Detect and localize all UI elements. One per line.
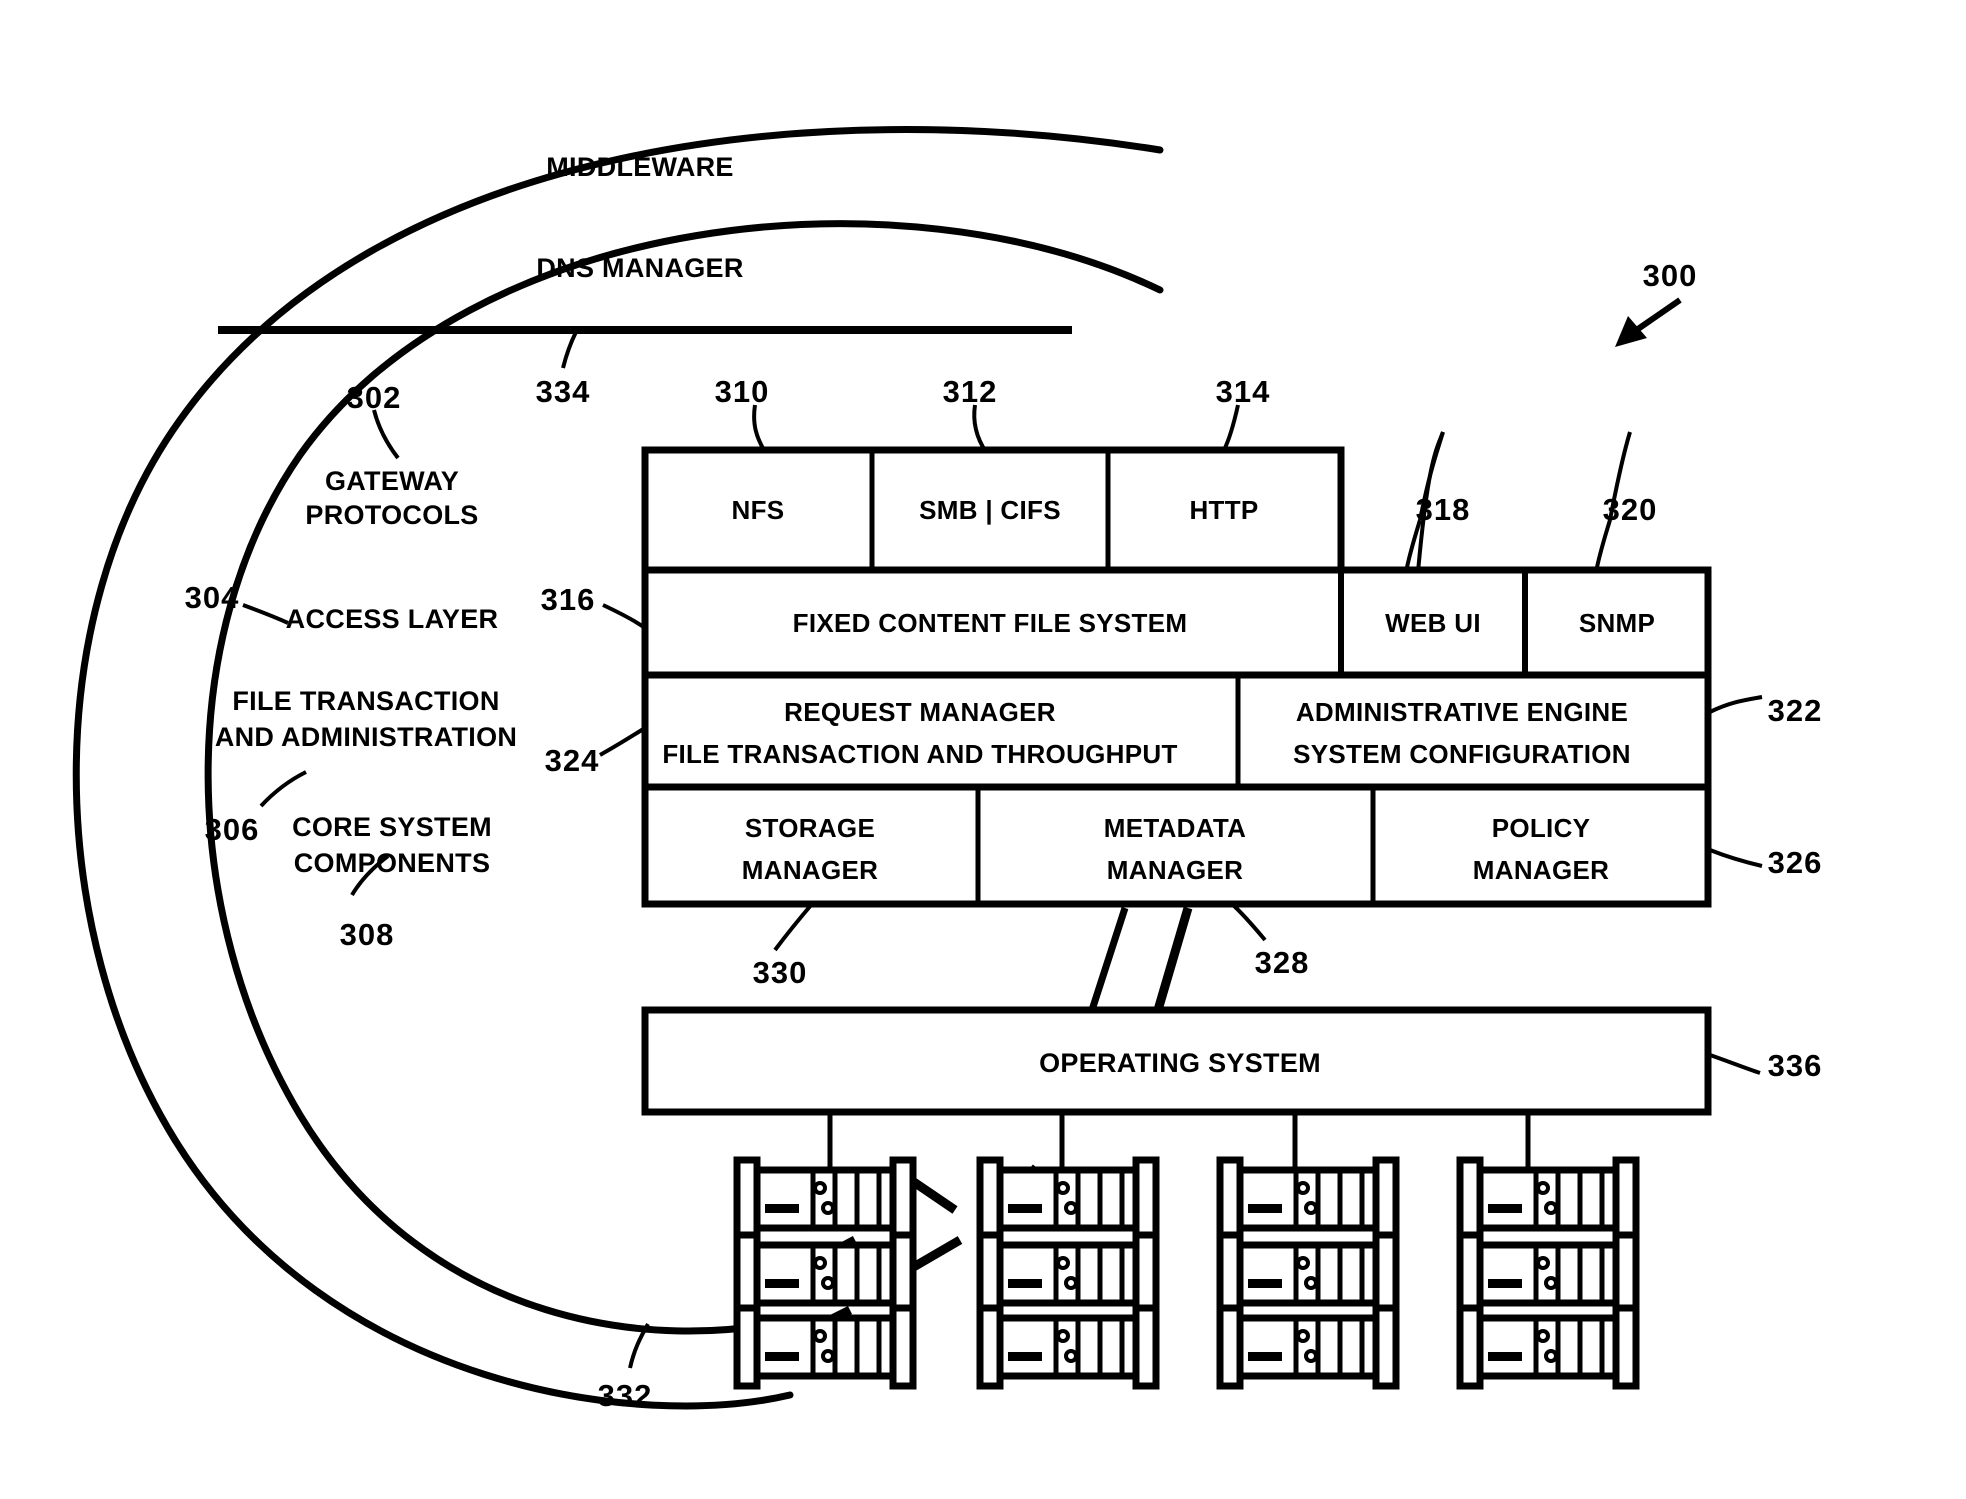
ref-304: 304: [184, 580, 240, 615]
administrative-engine-label-line1: ADMINISTRATIVE ENGINE: [1295, 697, 1629, 727]
fixed-content-file-system-label: FIXED CONTENT FILE SYSTEM: [792, 608, 1188, 638]
storage-manager-label-line2: MANAGER: [741, 855, 879, 885]
middleware-arc-label: MIDDLEWARE: [546, 152, 734, 182]
ref-324: 324: [544, 743, 600, 778]
ref-330: 330: [752, 955, 808, 990]
administrative-engine-label-line2: SYSTEM CONFIGURATION: [1293, 739, 1631, 769]
storage-manager-label-line1: STORAGE: [744, 813, 876, 843]
ref-334: 334: [535, 374, 591, 409]
file-transaction-label-line2: AND ADMINISTRATION: [214, 722, 518, 752]
ref-310: 310: [714, 374, 770, 409]
ref-328: 328: [1254, 945, 1310, 980]
ref-318: 318: [1415, 492, 1471, 527]
ref-306: 306: [204, 812, 260, 847]
patent-figure-300: MIDDLEWARE DNS MANAGER 300 302 GATEWAY P…: [0, 0, 1966, 1499]
ref-312: 312: [942, 374, 998, 409]
web-ui-label: WEB UI: [1385, 608, 1481, 638]
nfs-block-label: NFS: [731, 495, 785, 525]
ref-322: 322: [1767, 693, 1823, 728]
policy-manager-label-line1: POLICY: [1491, 813, 1591, 843]
ref-302: 302: [346, 380, 402, 415]
operating-system-label: OPERATING SYSTEM: [1039, 1048, 1321, 1078]
ref-320: 320: [1602, 492, 1658, 527]
gateway-protocols-label-line2: PROTOCOLS: [305, 500, 479, 530]
ref-336: 336: [1767, 1048, 1823, 1083]
ref-308: 308: [339, 917, 395, 952]
metadata-manager-label-line2: MANAGER: [1106, 855, 1244, 885]
ref-316: 316: [540, 582, 596, 617]
core-system-label-line1: CORE SYSTEM: [292, 812, 492, 842]
request-manager-label-line1: REQUEST MANAGER: [784, 697, 1056, 727]
http-block-label: HTTP: [1189, 495, 1259, 525]
ref-314: 314: [1215, 374, 1271, 409]
metadata-manager-label-line1: METADATA: [1103, 813, 1247, 843]
figure-ref-300: 300: [1642, 258, 1698, 293]
snmp-label: SNMP: [1578, 608, 1656, 638]
file-transaction-label-line1: FILE TRANSACTION: [232, 686, 500, 716]
ref-326: 326: [1767, 845, 1823, 880]
access-layer-label: ACCESS LAYER: [285, 604, 499, 634]
policy-manager-label-line2: MANAGER: [1472, 855, 1610, 885]
dns-manager-arc-label: DNS MANAGER: [536, 253, 744, 283]
request-manager-label-line2: FILE TRANSACTION AND THROUGHPUT: [662, 739, 1178, 769]
ref-332: 332: [597, 1378, 653, 1413]
gateway-protocols-label-line1: GATEWAY: [324, 466, 460, 496]
core-system-label-line2: COMPONENTS: [293, 848, 491, 878]
smb-cifs-block-label: SMB | CIFS: [919, 495, 1061, 525]
